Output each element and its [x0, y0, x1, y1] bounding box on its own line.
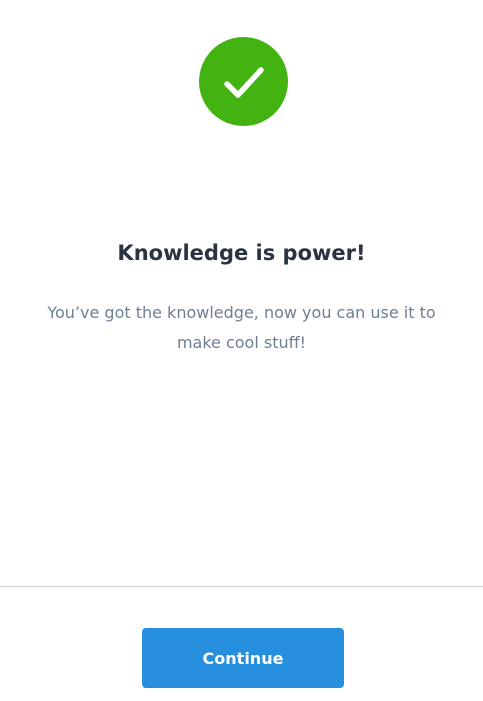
continue-button[interactable]: Continue	[142, 628, 344, 688]
page-title: Knowledge is power!	[117, 241, 366, 265]
checkmark-icon	[223, 66, 264, 98]
success-badge	[199, 37, 288, 126]
divider	[0, 586, 483, 587]
success-message: You’ve got the knowledge, now you can us…	[47, 303, 436, 352]
